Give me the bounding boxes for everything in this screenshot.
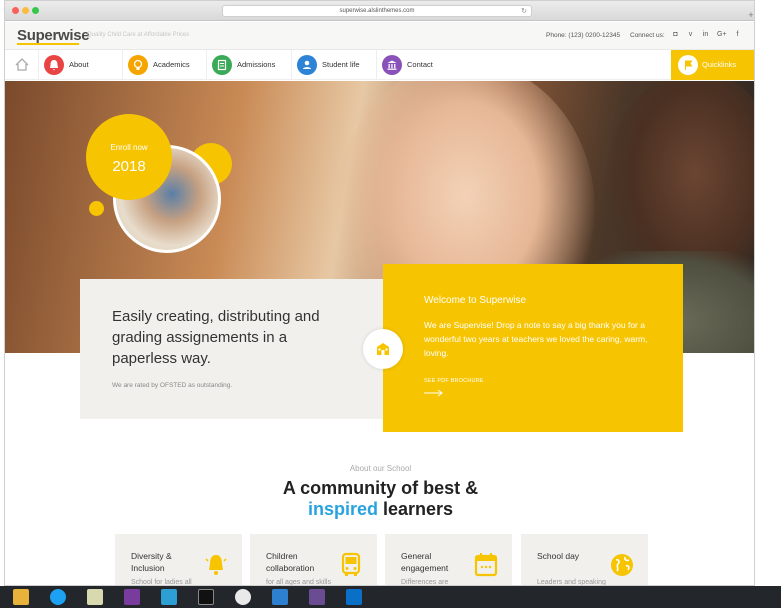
quicklinks-label: Quicklinks [702, 60, 737, 69]
phone-number: Phone: (123) 0200-12345 [546, 32, 621, 39]
close-window-button[interactable] [12, 7, 19, 14]
address-bar-text: superwise.alslinthemes.com [339, 8, 415, 14]
arrow-right-icon[interactable] [424, 389, 444, 397]
file-explorer-icon[interactable] [13, 589, 29, 605]
nav-item-student-life[interactable]: Student life [292, 50, 377, 80]
feature-title: School day [537, 551, 580, 561]
maximize-window-button[interactable] [32, 7, 39, 14]
welcome-text: We are Supervise! Drop a note to say a b… [424, 320, 648, 358]
feature-tile[interactable]: General engagement Differences are centr… [385, 534, 512, 586]
vimeo-icon[interactable]: v [686, 31, 695, 38]
nav-label: Contact [407, 60, 433, 69]
nav-label: About [69, 60, 89, 69]
bell-icon [44, 55, 64, 75]
feature-tile[interactable]: School day Leaders and speaking new [521, 534, 648, 586]
terminal-icon[interactable] [198, 589, 214, 605]
flag-icon [678, 55, 698, 75]
welcome-title: Welcome to Superwise [424, 295, 527, 306]
instagram-icon[interactable]: ◘ [671, 31, 680, 38]
feature-title: Children collaboration [266, 551, 315, 573]
feature-title: General engagement [401, 551, 449, 573]
nav-item-contact[interactable]: Contact [377, 50, 461, 80]
quicklinks-button[interactable]: Quicklinks [671, 50, 754, 80]
nav-label: Admissions [237, 60, 276, 69]
browser-chrome: superwise.alslinthemes.com ↻ + [5, 1, 754, 21]
os-taskbar [0, 586, 781, 608]
decorative-bubble [89, 201, 104, 216]
facebook-icon[interactable]: f [733, 31, 742, 38]
linkedin-icon[interactable]: in [701, 31, 710, 38]
enroll-year: 2018 [112, 158, 146, 175]
school-icon [363, 329, 403, 369]
browser-window: superwise.alslinthemes.com ↻ + Superwise… [4, 0, 755, 586]
notepad-icon[interactable] [87, 589, 103, 605]
bus-icon [341, 552, 361, 576]
git-icon[interactable] [309, 589, 325, 605]
skype-icon[interactable] [50, 589, 66, 605]
app-icon[interactable] [161, 589, 177, 605]
user-icon [297, 55, 317, 75]
calendar-icon [474, 553, 498, 577]
welcome-card: Welcome to Superwise We are Supervise! D… [383, 264, 683, 432]
paint-icon[interactable] [235, 589, 251, 605]
site-tagline: Quality Child Care at Affordable Prices [87, 32, 190, 38]
building-icon [382, 55, 402, 75]
section-title-line1: A community of best & [282, 478, 479, 498]
nav-item-admissions[interactable]: Admissions [207, 50, 292, 80]
minimize-window-button[interactable] [22, 7, 29, 14]
section-eyebrow: About our School [349, 464, 412, 473]
globe-icon [611, 554, 633, 576]
nav-home[interactable] [5, 50, 39, 80]
enroll-label: Enroll now [110, 143, 148, 152]
bulb-icon [128, 55, 148, 75]
nav-item-about[interactable]: About [39, 50, 123, 80]
feature-tile[interactable]: Diversity & Inclusion School for ladies … [115, 534, 242, 586]
logo-underline [17, 43, 79, 45]
site-logo[interactable]: Superwise [17, 27, 90, 44]
home-icon [15, 58, 29, 71]
outlook-icon[interactable] [346, 589, 362, 605]
feature-title: Diversity & Inclusion [131, 551, 172, 573]
feature-desc: School for ladies all [131, 579, 192, 586]
feature-desc: Differences are central to [401, 579, 449, 586]
main-nav: About Academics Admissions Student life … [5, 50, 754, 80]
reload-icon[interactable]: ↻ [521, 6, 527, 17]
onenote-icon[interactable] [124, 589, 140, 605]
bell-icon [205, 555, 227, 575]
feature-tile[interactable]: Children collaboration for all ages and … [250, 534, 377, 586]
accent-word: inspired [307, 499, 378, 519]
brochure-link[interactable]: SEE PDF BROCHURE [424, 378, 484, 384]
top-header: Superwise Quality Child Care at Affordab… [5, 22, 754, 50]
new-tab-button[interactable]: + [746, 10, 754, 20]
feature-desc: Leaders and speaking new [537, 579, 606, 586]
section-title-line2: inspired learners [5, 499, 754, 520]
vscode-icon[interactable] [272, 589, 288, 605]
feature-card: Easily creating, distributing and gradin… [80, 279, 384, 419]
enroll-now-badge[interactable]: Enroll now 2018 [86, 114, 172, 200]
google-plus-icon[interactable]: G+ [717, 31, 727, 38]
connect-label: Connect us: [630, 32, 665, 39]
nav-label: Student life [322, 60, 360, 69]
title-rest: learners [377, 499, 454, 519]
feature-desc: for all ages and skills [266, 579, 331, 586]
nav-item-academics[interactable]: Academics [123, 50, 207, 80]
clipboard-icon [212, 55, 232, 75]
card-subtitle: We are rated by OFSTED as outstanding. [112, 382, 233, 389]
address-bar[interactable]: superwise.alslinthemes.com ↻ [222, 5, 532, 17]
card-headline: Easily creating, distributing and gradin… [112, 308, 320, 367]
nav-label: Academics [153, 60, 190, 69]
